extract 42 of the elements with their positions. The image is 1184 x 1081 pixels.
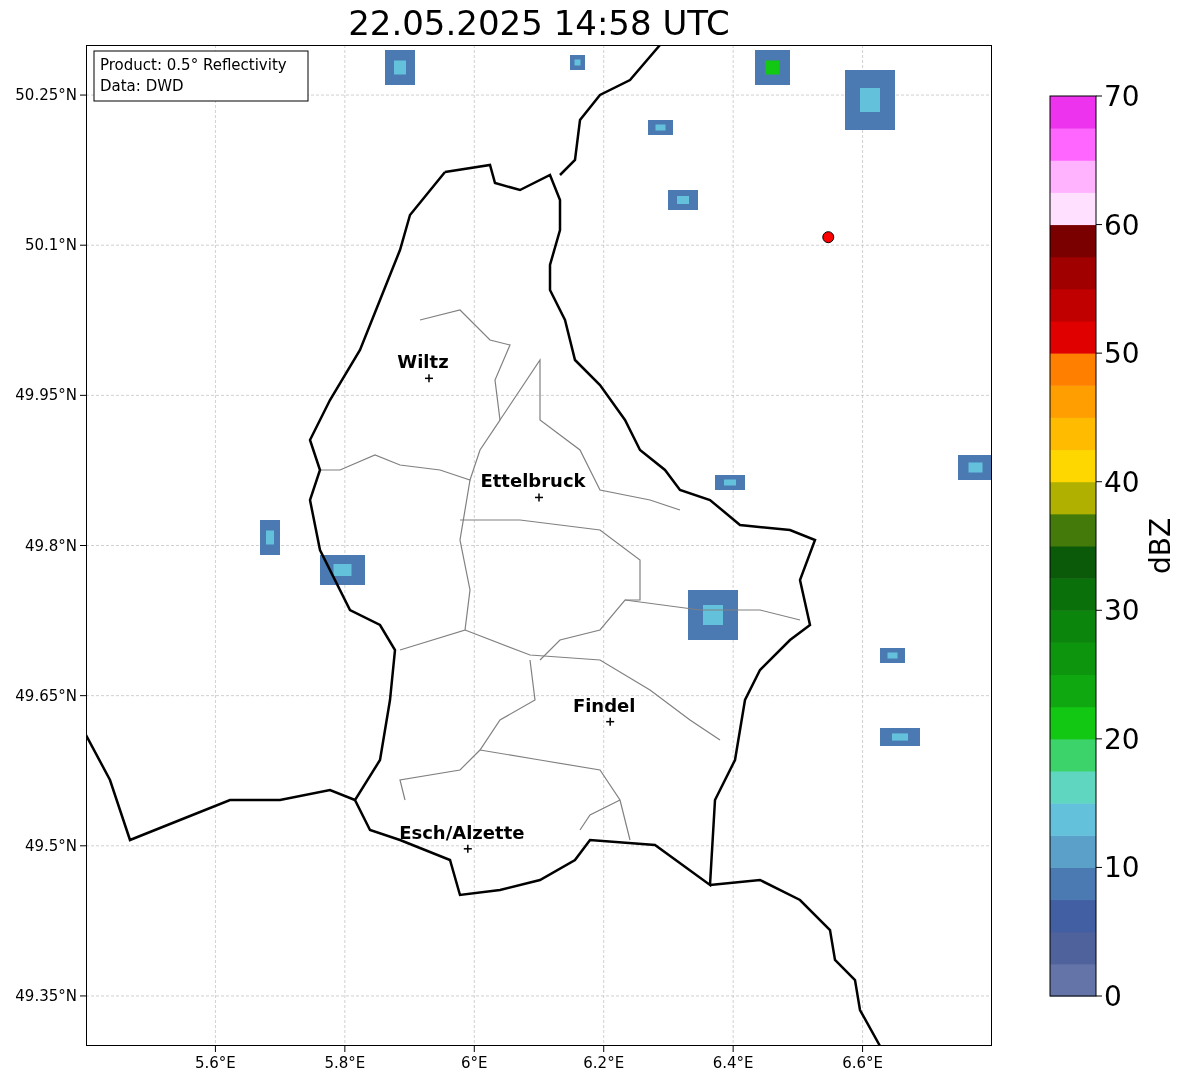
radar-echo [958, 455, 992, 480]
y-tick-label: 49.8°N [24, 536, 77, 555]
x-tick-label: 6.2°E [583, 1054, 625, 1072]
x-tick-label: 5.6°E [195, 1054, 236, 1072]
radar-echo [320, 555, 365, 585]
colorbar-tick-label: 60 [1104, 208, 1140, 242]
colorbar-tick-label: 0 [1104, 980, 1122, 1013]
radar-echo [755, 50, 790, 85]
radar-echo [570, 55, 585, 70]
y-tick-label: 49.5°N [24, 836, 77, 855]
radar-echo [715, 475, 745, 490]
colorbar-tick-label: 40 [1104, 465, 1140, 499]
x-tick-label: 6°E [461, 1054, 488, 1072]
x-tick-label: 6.4°E [712, 1054, 754, 1072]
colorbar-tick-label: 30 [1104, 594, 1140, 628]
radar-echo [260, 520, 280, 555]
radar-echo [648, 120, 673, 135]
colorbar-tick-label: 20 [1104, 722, 1140, 756]
colorbar-label: dBZ [1144, 517, 1177, 575]
city-label: Findel [572, 694, 636, 716]
y-tick-label: 50.25°N [15, 86, 77, 105]
legend-text: Product: 0.5° Reflectivity [100, 56, 287, 74]
radar-echo [668, 190, 698, 210]
radar-echo [688, 590, 738, 640]
x-tick-label: 5.8°E [324, 1054, 366, 1072]
legend-text: Data: DWD [100, 77, 184, 95]
chart-title: 22.05.2025 14:58 UTC [348, 5, 730, 40]
y-tick-label: 49.65°N [15, 686, 77, 705]
y-tick-label: 49.95°N [15, 386, 77, 405]
radar-echo [845, 70, 895, 130]
y-tick-label: 50.1°N [24, 236, 77, 255]
city-label: Wiltz [397, 351, 449, 373]
radar-echo [385, 50, 415, 85]
city-label: Esch/Alzette [399, 821, 525, 843]
colorbar-tick-label: 10 [1104, 851, 1140, 885]
x-tick-label: 6.6°E [842, 1054, 883, 1072]
radar-echo [880, 728, 920, 746]
city-label: Ettelbruck [480, 470, 586, 492]
colorbar-tick-label: 50 [1104, 337, 1140, 371]
radar-echo [880, 648, 905, 663]
y-tick-label: 49.35°N [15, 986, 77, 1005]
colorbar-tick-label: 70 [1104, 80, 1140, 113]
